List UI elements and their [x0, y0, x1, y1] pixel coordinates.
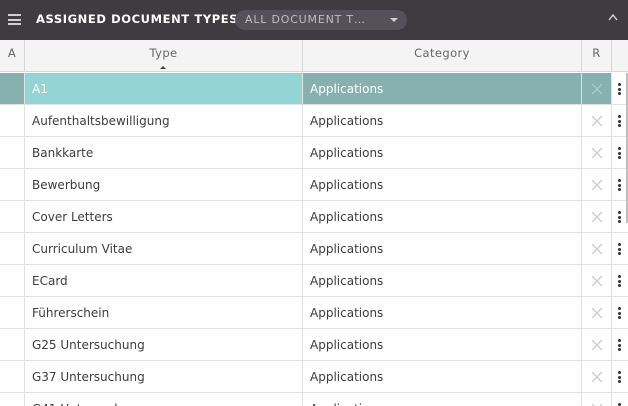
cell-a — [0, 105, 25, 136]
close-icon[interactable] — [591, 243, 603, 255]
more-vertical-icon[interactable] — [618, 211, 621, 225]
cell-type[interactable]: Bewerbung — [25, 169, 303, 200]
cell-row-menu — [612, 329, 628, 360]
close-icon[interactable] — [591, 179, 603, 191]
cell-type[interactable]: Curriculum Vitae — [25, 233, 303, 264]
cell-category[interactable]: Applications — [303, 169, 582, 200]
cell-type[interactable]: A1 — [25, 73, 303, 104]
more-vertical-icon[interactable] — [618, 147, 621, 161]
table-row[interactable]: Cover Letters Applications — [0, 201, 628, 233]
close-icon[interactable] — [591, 371, 603, 383]
close-icon[interactable] — [591, 115, 603, 127]
top-bar: ASSIGNED DOCUMENT TYPES ALL DOCUMENT T… — [0, 0, 628, 40]
table-row[interactable]: Bewerbung Applications — [0, 169, 628, 201]
filter-selected-value: ALL DOCUMENT T… — [245, 13, 366, 26]
more-vertical-icon[interactable] — [618, 339, 621, 353]
cell-type[interactable]: Cover Letters — [25, 201, 303, 232]
cell-remove — [582, 329, 612, 360]
cell-category[interactable]: Applications — [303, 201, 582, 232]
cell-a — [0, 73, 25, 104]
more-vertical-icon[interactable] — [618, 179, 621, 193]
cell-a — [0, 329, 25, 360]
cell-category[interactable]: Applications — [303, 361, 582, 392]
cell-remove — [582, 393, 612, 406]
more-vertical-icon[interactable] — [618, 275, 621, 289]
table-row[interactable]: A1 Applications — [0, 73, 628, 105]
cell-remove — [582, 361, 612, 392]
table-row[interactable]: G41 UntersuchungApplications — [0, 393, 628, 406]
cell-category[interactable]: Applications — [303, 105, 582, 136]
cell-row-menu — [612, 393, 628, 406]
table-row[interactable]: Aufenthaltsbewilligung Applications — [0, 105, 628, 137]
table-header: A Type Category R — [0, 40, 628, 72]
close-icon[interactable] — [591, 83, 603, 95]
document-type-filter-select[interactable]: ALL DOCUMENT T… — [235, 10, 407, 30]
cell-row-menu — [612, 233, 628, 264]
cell-type[interactable]: Führerschein — [25, 297, 303, 328]
column-header-actions — [612, 40, 628, 71]
close-icon[interactable] — [591, 339, 603, 351]
cell-a — [0, 393, 25, 406]
cell-type[interactable]: G25 Untersuchung — [25, 329, 303, 360]
more-vertical-icon[interactable] — [618, 307, 621, 321]
cell-remove — [582, 105, 612, 136]
cell-a — [0, 137, 25, 168]
cell-remove — [582, 265, 612, 296]
table-row[interactable]: Führerschein Applications — [0, 297, 628, 329]
cell-category[interactable]: Applications — [303, 265, 582, 296]
cell-type[interactable]: G37 Untersuchung — [25, 361, 303, 392]
cell-category[interactable]: Applications — [303, 73, 582, 104]
cell-remove — [582, 297, 612, 328]
cell-category[interactable]: Applications — [303, 329, 582, 360]
hamburger-menu-icon[interactable] — [8, 14, 21, 25]
more-vertical-icon[interactable] — [618, 243, 621, 257]
more-vertical-icon[interactable] — [618, 371, 621, 385]
table-row[interactable]: G25 Untersuchung Applications — [0, 329, 628, 361]
close-icon[interactable] — [591, 211, 603, 223]
page-title: ASSIGNED DOCUMENT TYPES — [36, 12, 239, 26]
cell-remove — [582, 201, 612, 232]
chevron-up-icon[interactable] — [606, 11, 620, 25]
more-vertical-icon[interactable] — [618, 83, 621, 97]
cell-a — [0, 361, 25, 392]
more-vertical-icon[interactable] — [618, 115, 621, 129]
cell-type[interactable]: Aufenthaltsbewilligung — [25, 105, 303, 136]
table-row[interactable]: ECard Applications — [0, 265, 628, 297]
cell-type[interactable]: Bankkarte — [25, 137, 303, 168]
sort-ascending-icon — [160, 66, 166, 69]
cell-row-menu — [612, 265, 628, 296]
table-row[interactable]: G37 Untersuchung Applications — [0, 361, 628, 393]
cell-type[interactable]: G41 Untersuchung — [25, 393, 303, 406]
cell-a — [0, 265, 25, 296]
column-header-category[interactable]: Category — [303, 40, 582, 71]
document-types-table: A1 Applications Aufenthaltsbewilligung Appl… — [0, 73, 628, 406]
cell-category[interactable]: Applications — [303, 137, 582, 168]
table-row[interactable]: Bankkarte Applications — [0, 137, 628, 169]
cell-a — [0, 297, 25, 328]
chevron-down-icon — [390, 18, 398, 22]
column-header-r[interactable]: R — [582, 40, 612, 71]
cell-a — [0, 233, 25, 264]
cell-category[interactable]: Applications — [303, 393, 582, 406]
cell-remove — [582, 169, 612, 200]
cell-a — [0, 201, 25, 232]
cell-row-menu — [612, 297, 628, 328]
cell-remove — [582, 73, 612, 104]
close-icon[interactable] — [591, 307, 603, 319]
close-icon[interactable] — [591, 275, 603, 287]
cell-category[interactable]: Applications — [303, 233, 582, 264]
cell-a — [0, 169, 25, 200]
column-header-a[interactable]: A — [0, 40, 25, 71]
table-row[interactable]: Curriculum Vitae Applications — [0, 233, 628, 265]
close-icon[interactable] — [591, 147, 603, 159]
cell-row-menu — [612, 361, 628, 392]
cell-remove — [582, 137, 612, 168]
cell-category[interactable]: Applications — [303, 297, 582, 328]
cell-type[interactable]: ECard — [25, 265, 303, 296]
cell-remove — [582, 233, 612, 264]
